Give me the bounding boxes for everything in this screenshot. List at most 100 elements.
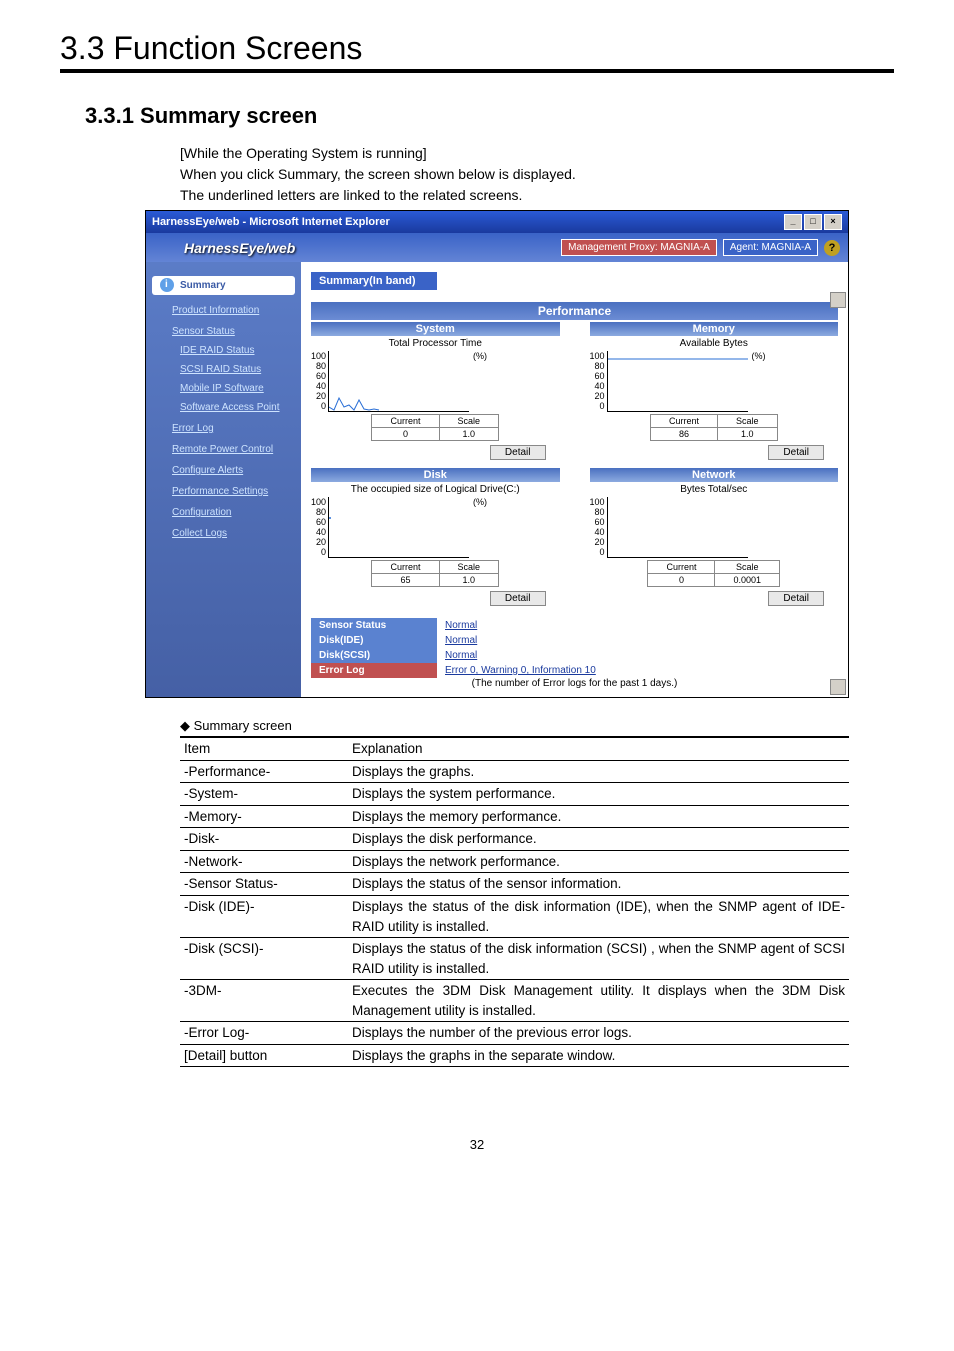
y-tick: 100 <box>311 497 326 507</box>
sidebar-item-perf-settings[interactable]: Performance Settings <box>146 482 301 501</box>
table-row: -Disk-Displays the disk performance. <box>180 828 849 851</box>
plot-area <box>607 497 748 558</box>
window-controls: _ □ × <box>784 214 842 230</box>
status-key: Disk(IDE) <box>311 633 437 648</box>
close-button[interactable]: × <box>824 214 842 230</box>
agent-label: Agent: MAGNIA-A <box>723 239 818 256</box>
proxy-label: Management Proxy: MAGNIA-A <box>561 239 717 256</box>
cell-item: -Error Log- <box>180 1022 348 1045</box>
th-current: Current <box>372 561 439 574</box>
val-current: 0 <box>372 428 439 441</box>
chart-summary-table: CurrentScale 01.0 <box>371 414 499 441</box>
y-tick: 40 <box>316 527 326 537</box>
chart-head: Memory <box>590 322 839 336</box>
status-footnote: (The number of Error logs for the past 1… <box>311 678 838 689</box>
detail-button-disk[interactable]: Detail <box>490 591 546 606</box>
status-link[interactable]: Normal <box>437 618 838 633</box>
y-axis: 100 80 60 40 20 0 <box>311 351 328 411</box>
scroll-down-button[interactable] <box>830 679 846 695</box>
chart-memory: Memory Available Bytes 100 80 60 40 20 0 <box>590 322 839 466</box>
sidebar-item-collect-logs[interactable]: Collect Logs <box>146 524 301 543</box>
content-area: Summary(In band) Performance System Tota… <box>301 262 848 697</box>
chart-box: 100 80 60 40 20 0 (%) <box>311 497 560 587</box>
sidebar-item-error-log[interactable]: Error Log <box>146 419 301 438</box>
detail-button-network[interactable]: Detail <box>768 591 824 606</box>
scroll-up-button[interactable] <box>830 292 846 308</box>
performance-title: Performance <box>311 302 838 320</box>
status-row: Sensor StatusNormal <box>311 618 838 633</box>
y-tick: 20 <box>316 391 326 401</box>
table-row: [Detail] buttonDisplays the graphs in th… <box>180 1044 849 1067</box>
sidebar-item-sensor-status[interactable]: Sensor Status <box>146 322 301 341</box>
sidebar-item-scsi-raid[interactable]: SCSI RAID Status <box>146 360 301 379</box>
status-link[interactable]: Normal <box>437 648 838 663</box>
status-key: Sensor Status <box>311 618 437 633</box>
help-button[interactable]: ? <box>824 240 840 256</box>
table-row: -Memory-Displays the memory performance. <box>180 805 849 828</box>
sidebar-item-ide-raid[interactable]: IDE RAID Status <box>146 341 301 360</box>
val-scale: 1.0 <box>439 574 499 587</box>
expl-heading: ◆ Summary screen <box>180 718 894 734</box>
chart-box: 100 80 60 40 20 0 CurrentScale 00.00 <box>590 497 839 587</box>
lead-text: [While the Operating System is running] … <box>180 143 894 206</box>
cell-exp: Displays the disk performance. <box>348 828 849 851</box>
sidebar-item-product-info[interactable]: Product Information <box>146 301 301 320</box>
table-row: -Error Log-Displays the number of the pr… <box>180 1022 849 1045</box>
lead-line: The underlined letters are linked to the… <box>180 185 894 206</box>
cell-exp: Displays the number of the previous erro… <box>348 1022 849 1045</box>
sidebar-item-summary[interactable]: Summary <box>152 276 295 295</box>
cell-exp: Displays the status of the disk informat… <box>348 895 849 937</box>
th-current: Current <box>648 561 715 574</box>
y-tick: 40 <box>595 527 605 537</box>
app-header: HarnessEye/web Management Proxy: MAGNIA-… <box>146 233 848 262</box>
status-row: Error LogError 0, Warning 0, Information… <box>311 663 838 678</box>
cell-item: -Disk (IDE)- <box>180 895 348 937</box>
th-exp: Explanation <box>348 737 849 760</box>
table-row: -Sensor Status-Displays the status of th… <box>180 873 849 896</box>
y-tick: 100 <box>590 351 605 361</box>
th-current: Current <box>650 415 717 428</box>
chart-network: Network Bytes Total/sec 100 80 60 40 20 … <box>590 468 839 612</box>
browser-window: HarnessEye/web - Microsoft Internet Expl… <box>145 210 849 698</box>
y-tick: 60 <box>595 517 605 527</box>
detail-button-system[interactable]: Detail <box>490 445 546 460</box>
y-tick: 80 <box>595 507 605 517</box>
y-tick: 40 <box>316 381 326 391</box>
cell-exp: Displays the memory performance. <box>348 805 849 828</box>
y-tick: 20 <box>595 537 605 547</box>
inband-title: Summary(In band) <box>311 272 437 290</box>
status-key: Error Log <box>311 663 437 678</box>
val-scale: 1.0 <box>718 428 778 441</box>
y-tick: 80 <box>316 507 326 517</box>
status-link[interactable]: Error 0, Warning 0, Information 10 <box>437 663 838 678</box>
chart-box: 100 80 60 40 20 0 (%) <box>311 351 560 441</box>
y-tick: 60 <box>316 371 326 381</box>
pct-label: (%) <box>473 497 487 558</box>
status-row: Disk(SCSI)Normal <box>311 648 838 663</box>
y-tick: 100 <box>311 351 326 361</box>
chart-disk: Disk The occupied size of Logical Drive(… <box>311 468 560 612</box>
sidebar-item-mobile-ip[interactable]: Mobile IP Software <box>146 379 301 398</box>
status-link[interactable]: Normal <box>437 633 838 648</box>
y-tick: 0 <box>321 547 326 557</box>
val-current: 0 <box>648 574 715 587</box>
detail-button-memory[interactable]: Detail <box>768 445 824 460</box>
sidebar-item-configuration[interactable]: Configuration <box>146 503 301 522</box>
header-right: Management Proxy: MAGNIA-A Agent: MAGNIA… <box>561 239 840 256</box>
sidebar-item-configure-alerts[interactable]: Configure Alerts <box>146 461 301 480</box>
cell-exp: Displays the network performance. <box>348 850 849 873</box>
sidebar-item-remote-power[interactable]: Remote Power Control <box>146 440 301 459</box>
table-row: -3DM-Executes the 3DM Disk Management ut… <box>180 980 849 1022</box>
th-item: Item <box>180 737 348 760</box>
chart-sub: Available Bytes <box>590 336 839 351</box>
sidebar-item-label: Summary <box>180 280 226 291</box>
chart-summary-table: CurrentScale 651.0 <box>371 560 499 587</box>
sidebar-item-software-ap[interactable]: Software Access Point <box>146 398 301 417</box>
y-tick: 60 <box>595 371 605 381</box>
minimize-button[interactable]: _ <box>784 214 802 230</box>
chart-summary-table: CurrentScale 00.0001 <box>647 560 780 587</box>
charts-row: Disk The occupied size of Logical Drive(… <box>311 468 838 612</box>
cell-exp: Displays the system performance. <box>348 783 849 806</box>
maximize-button[interactable]: □ <box>804 214 822 230</box>
cell-item: -3DM- <box>180 980 348 1022</box>
